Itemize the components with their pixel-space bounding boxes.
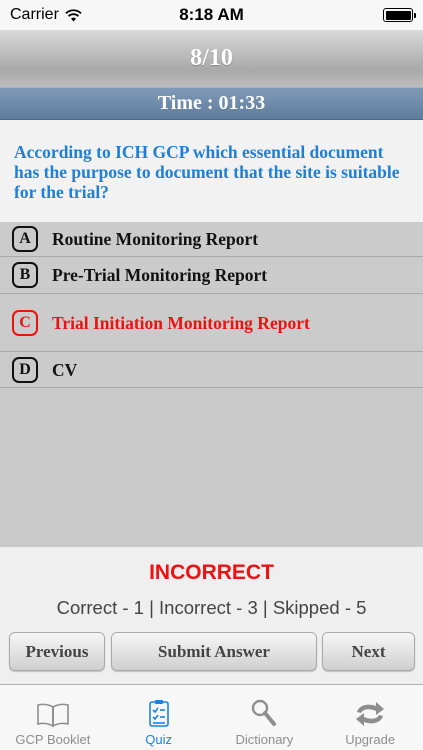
option-letter: C: [12, 309, 38, 336]
option-text: Routine Monitoring Report: [52, 229, 259, 249]
carrier-label: Carrier: [10, 6, 59, 23]
tab-bar: GCP Booklet Quiz Dictionary Upgrade: [0, 684, 423, 750]
option-b[interactable]: B Pre-Trial Monitoring Report: [0, 257, 423, 294]
tab-label: Dictionary: [235, 732, 294, 747]
option-a[interactable]: A Routine Monitoring Report: [0, 222, 423, 257]
question-progress: 8/10: [190, 45, 233, 71]
result-label: INCORRECT: [149, 561, 274, 584]
wifi-icon: [65, 8, 82, 21]
question-panel: According to ICH GCP which essential doc…: [0, 120, 423, 222]
tab-quiz[interactable]: Quiz: [106, 685, 212, 750]
book-icon: [37, 703, 69, 728]
next-button[interactable]: Next: [322, 632, 415, 671]
submit-answer-button[interactable]: Submit Answer: [111, 632, 317, 671]
tab-dictionary[interactable]: Dictionary: [212, 685, 318, 750]
previous-button[interactable]: Previous: [9, 632, 105, 671]
option-text: Pre-Trial Monitoring Report: [52, 265, 268, 285]
tab-label: GCP Booklet: [15, 732, 91, 747]
option-letter: D: [12, 356, 38, 383]
feedback-panel: INCORRECT Correct - 1 | Incorrect - 3 | …: [0, 547, 423, 684]
tab-label: Quiz: [145, 732, 172, 747]
question-text: According to ICH GCP which essential doc…: [14, 142, 400, 202]
tab-upgrade[interactable]: Upgrade: [317, 685, 423, 750]
timer-bar: Time : 01:33: [0, 87, 423, 120]
quiz-checklist-icon: [148, 700, 169, 727]
status-left: Carrier: [10, 6, 82, 24]
option-letter: B: [12, 262, 38, 288]
tab-gcp-booklet[interactable]: GCP Booklet: [0, 685, 106, 750]
timer-text: Time : 01:33: [157, 92, 266, 114]
quiz-header: 8/10: [0, 30, 423, 87]
score-summary: Correct - 1 | Incorrect - 3 | Skipped - …: [56, 597, 367, 618]
option-text: Trial Initiation Monitoring Report: [52, 312, 310, 333]
tab-label: Upgrade: [345, 732, 396, 747]
sync-arrows-icon: [356, 702, 385, 726]
answer-options: A Routine Monitoring Report B Pre-Trial …: [0, 222, 423, 388]
option-d[interactable]: D CV: [0, 352, 423, 388]
battery-icon: [383, 8, 416, 22]
option-c[interactable]: C Trial Initiation Monitoring Report: [0, 294, 423, 352]
status-bar: Carrier 8:18 AM: [0, 0, 423, 30]
magnifier-icon: [252, 699, 277, 726]
option-letter: A: [12, 226, 38, 252]
option-text: CV: [52, 359, 78, 380]
